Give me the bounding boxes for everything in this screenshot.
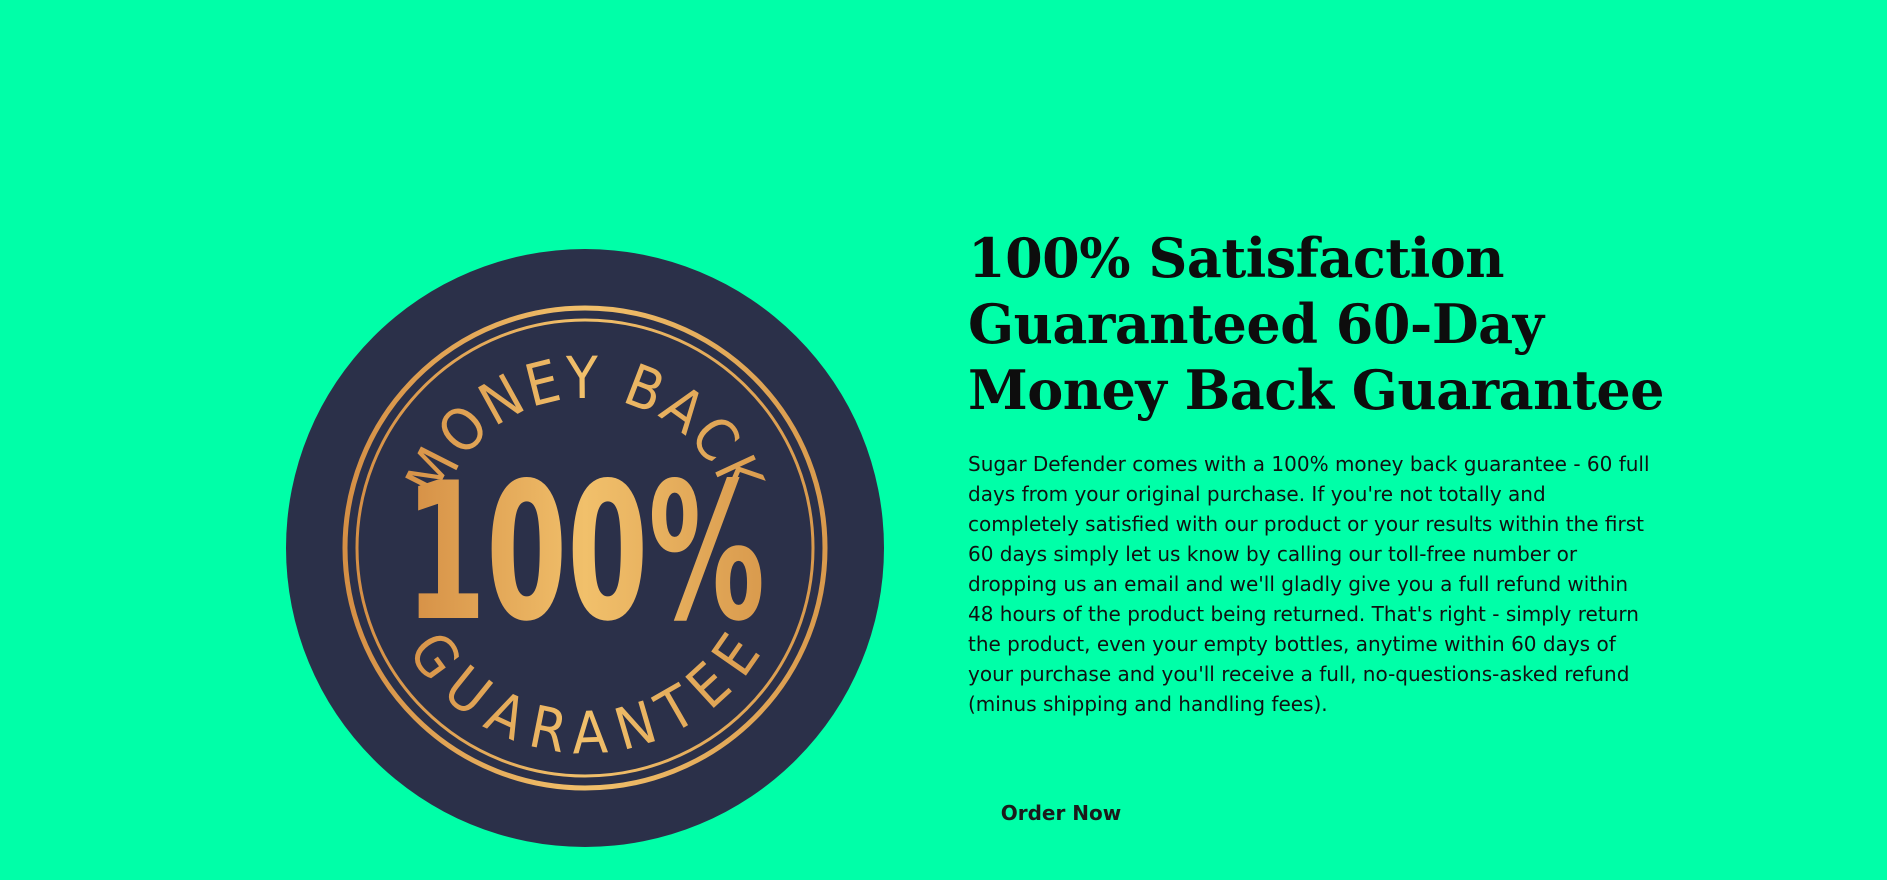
guarantee-section: MONEY BACK 100% GUARANTEE 100% Satisfact… (0, 0, 1887, 880)
guarantee-description: Sugar Defender comes with a 100% money b… (968, 452, 1650, 716)
guarantee-seal-icon: MONEY BACK 100% GUARANTEE (286, 249, 884, 847)
guarantee-headline: 100% Satisfaction Guaranteed 60-Day Mone… (968, 225, 1668, 423)
order-now-button[interactable]: Order Now (968, 795, 1154, 831)
headline-line-2: Guaranteed 60-Day (968, 292, 1544, 356)
guarantee-content: 100% Satisfaction Guaranteed 60-Day Mone… (968, 225, 1668, 719)
badge-center-text: 100% (405, 442, 765, 663)
headline-line-3: Money Back Guarantee (968, 358, 1665, 422)
money-back-guarantee-badge: MONEY BACK 100% GUARANTEE (285, 248, 885, 848)
headline-line-1: 100% Satisfaction (968, 226, 1505, 290)
